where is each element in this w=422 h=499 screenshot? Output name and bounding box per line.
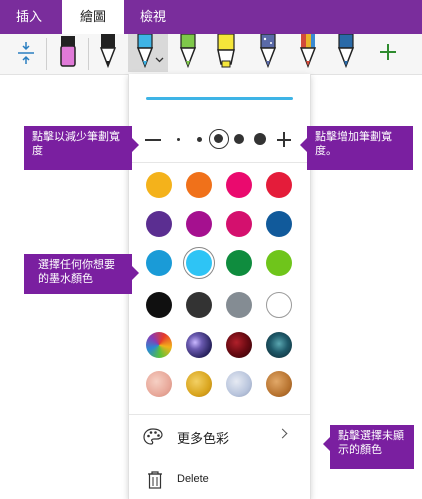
toolbar-separator	[88, 38, 89, 70]
color-swatch-yellow[interactable]	[146, 172, 172, 198]
texture-swatch-gold[interactable]	[186, 371, 212, 397]
pen-ocean[interactable]	[328, 34, 364, 72]
callout-increase-width: 點擊增加筆劃寬度。	[300, 126, 413, 170]
width-option[interactable]	[197, 137, 202, 142]
texture-swatch-bronze[interactable]	[266, 371, 292, 397]
decrease-width-button[interactable]	[145, 139, 161, 141]
color-swatch-dark-blue[interactable]	[266, 211, 292, 237]
add-pen-button[interactable]	[378, 42, 398, 62]
tab-insert[interactable]: 插入	[8, 0, 50, 34]
color-swatch-orange[interactable]	[186, 172, 212, 198]
stroke-width-row	[129, 126, 310, 154]
pen-blue-selected[interactable]	[128, 34, 168, 72]
color-swatch-blue[interactable]	[146, 250, 172, 276]
width-option[interactable]	[254, 133, 266, 145]
texture-swatch-silver[interactable]	[226, 371, 252, 397]
highlighter-yellow[interactable]	[208, 34, 244, 72]
delete-label: Delete	[177, 473, 209, 485]
palette-icon	[143, 428, 163, 445]
color-swatch-dark-gray[interactable]	[186, 292, 212, 318]
vertical-spacing-icon	[18, 42, 34, 64]
more-colors-label: 更多色彩	[177, 431, 230, 446]
insert-space-tool[interactable]	[8, 34, 44, 72]
texture-swatch-rose-gold[interactable]	[146, 371, 172, 397]
color-swatch-raspberry[interactable]	[226, 211, 252, 237]
tab-draw[interactable]: 繪圖	[62, 0, 124, 34]
texture-swatch-galaxy[interactable]	[186, 332, 212, 358]
texture-swatch-ocean[interactable]	[266, 332, 292, 358]
trash-icon	[148, 471, 162, 489]
ribbon-tab-bar: 插入 繪圖 檢視	[0, 0, 422, 34]
color-swatch-red[interactable]	[266, 172, 292, 198]
color-swatch-gray[interactable]	[226, 292, 252, 318]
pen-options-panel: 更多色彩 Delete	[128, 74, 311, 499]
color-swatch-pink[interactable]	[226, 172, 252, 198]
chevron-right-icon	[277, 428, 288, 439]
pen-icon	[99, 34, 117, 69]
color-swatch-purple[interactable]	[146, 211, 172, 237]
highlighter-icon	[217, 34, 235, 68]
pen-black[interactable]	[90, 34, 126, 72]
eraser-icon	[60, 36, 76, 67]
color-swatch-lime[interactable]	[266, 250, 292, 276]
color-swatch-white[interactable]	[266, 292, 292, 318]
pen-icon	[136, 34, 164, 69]
more-colors-button[interactable]: 更多色彩	[129, 422, 310, 452]
callout-more-colors: 點擊選擇未顯示的顏色	[323, 425, 414, 469]
stroke-preview	[146, 97, 293, 100]
pen-icon	[299, 34, 317, 69]
pen-icon	[179, 34, 197, 69]
width-option[interactable]	[177, 138, 180, 141]
pen-icon	[259, 34, 277, 69]
toolbar-separator	[46, 38, 47, 70]
drawing-toolbar	[0, 34, 422, 75]
color-swatch-magenta[interactable]	[186, 211, 212, 237]
chevron-down-icon	[155, 57, 164, 63]
pen-icon	[337, 34, 355, 69]
callout-choose-color: 選擇任何你想要的墨水顏色	[24, 254, 139, 294]
texture-swatch-rainbow[interactable]	[146, 332, 172, 358]
texture-swatch-lava[interactable]	[226, 332, 252, 358]
width-option[interactable]	[234, 134, 244, 144]
color-swatch-green[interactable]	[226, 250, 252, 276]
tab-view[interactable]: 檢視	[130, 0, 176, 34]
delete-pen-button[interactable]: Delete	[129, 466, 310, 496]
callout-decrease-width: 點擊以減少筆劃寬度	[24, 126, 139, 170]
color-swatch-black[interactable]	[146, 292, 172, 318]
divider	[129, 414, 310, 415]
divider	[129, 162, 310, 163]
pen-rainbow[interactable]	[290, 34, 326, 72]
eraser-tool[interactable]	[50, 34, 86, 72]
color-swatch-light-blue-selected[interactable]	[186, 250, 212, 276]
pen-green[interactable]	[170, 34, 206, 72]
pen-galaxy[interactable]	[250, 34, 286, 72]
